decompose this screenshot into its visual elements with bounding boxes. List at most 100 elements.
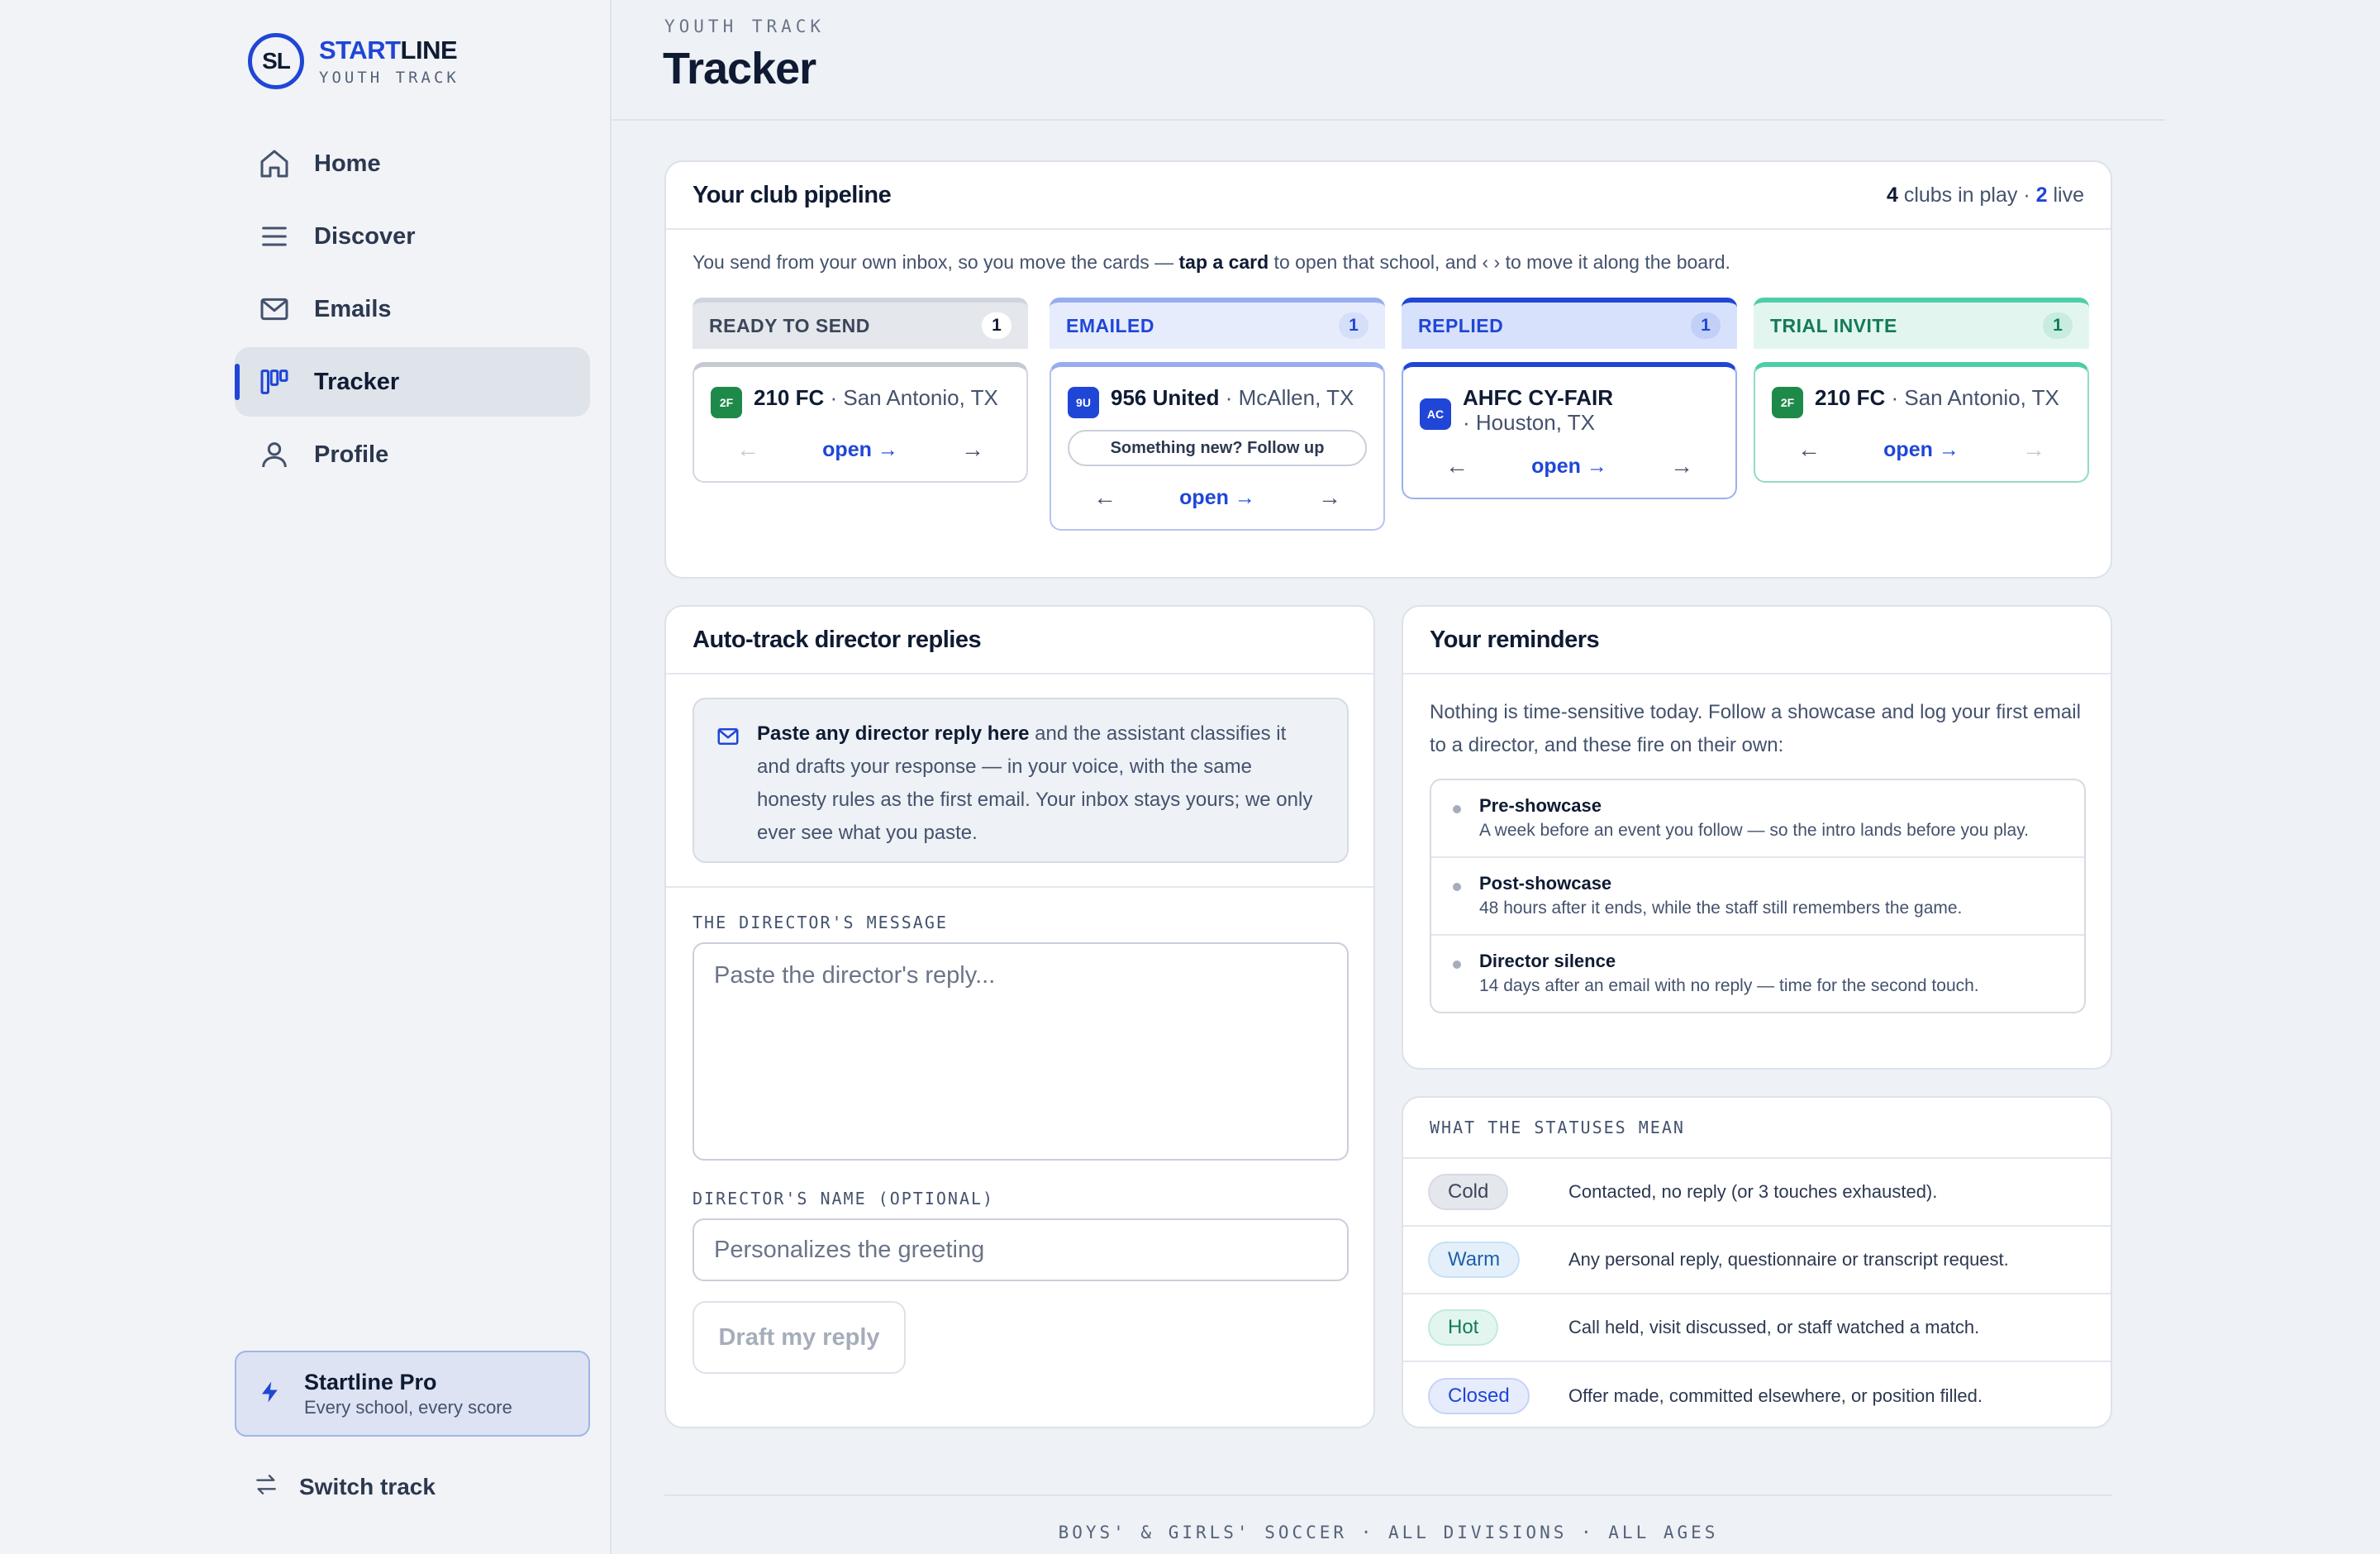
club-card[interactable]: 2F 210 FC · San Antonio, TX ← open → →: [1754, 362, 2089, 483]
status-desc: Any personal reply, questionnaire or tra…: [1568, 1249, 2009, 1270]
club-name: 210 FC: [754, 385, 825, 410]
move-left-arrow-icon[interactable]: ←: [735, 436, 760, 463]
club-location: · San Antonio, TX: [1891, 385, 2059, 410]
list-item: Director silence 14 days after an email …: [1431, 936, 2084, 1012]
bullet-dot: [1453, 883, 1461, 891]
club-avatar: 2F: [711, 387, 742, 418]
user-icon: [256, 436, 293, 473]
brand-name: STARTLINE: [319, 36, 459, 65]
switch-track-button[interactable]: Switch track: [253, 1471, 436, 1502]
lightning-icon: [258, 1378, 283, 1410]
club-location: · McAllen, TX: [1225, 385, 1354, 410]
reminder-desc: A week before an event you follow — so t…: [1479, 821, 2030, 840]
divider: [666, 886, 1373, 888]
column-count-badge: 1: [982, 312, 1011, 339]
footer-divider: [664, 1494, 2112, 1496]
reminder-title: Director silence: [1479, 951, 1616, 971]
clubs-label: clubs in play ·: [1903, 183, 2030, 207]
live-label: live: [2053, 183, 2084, 207]
status-badge: Hot: [1428, 1309, 1499, 1346]
mail-icon: [716, 724, 740, 760]
upgrade-pro-card[interactable]: Startline Pro Every school, every score: [235, 1351, 590, 1437]
home-icon: [256, 145, 293, 182]
open-club-link[interactable]: open →: [1179, 486, 1255, 510]
auto-track-card: Auto-track director replies Paste any di…: [664, 605, 1375, 1428]
brand-subtitle: YOUTH TRACK: [319, 69, 459, 87]
reminder-title: Post-showcase: [1479, 873, 1612, 894]
director-name-input[interactable]: [693, 1218, 1349, 1281]
help-pre: You send from your own inbox, so you mov…: [693, 251, 1179, 273]
sidebar-item-profile[interactable]: Profile: [235, 420, 590, 489]
status-row-cold: Cold Contacted, no reply (or 3 touches e…: [1403, 1159, 2111, 1227]
column-count-badge: 1: [1691, 312, 1721, 339]
pipeline-help-text: You send from your own inbox, so you mov…: [693, 251, 1730, 274]
club-card[interactable]: AC AHFC CY-FAIR · Houston, TX ← open → →: [1402, 362, 1737, 499]
pipeline-title: Your club pipeline: [693, 181, 892, 208]
page-eyebrow: YOUTH TRACK: [664, 17, 826, 36]
sidebar-item-label: Tracker: [314, 368, 400, 395]
move-right-arrow-icon[interactable]: →: [960, 436, 985, 463]
club-avatar: 9U: [1068, 387, 1099, 418]
club-card[interactable]: 2F 210 FC · San Antonio, TX ← open → →: [693, 362, 1028, 483]
director-message-textarea[interactable]: [693, 942, 1349, 1161]
arrow-right-icon: →: [1586, 454, 1607, 478]
sidebar-item-emails[interactable]: Emails: [235, 274, 590, 344]
menu-icon: [256, 218, 293, 255]
column-count-badge: 1: [1339, 312, 1368, 339]
club-card[interactable]: 9U 956 United · McAllen, TX Something ne…: [1050, 362, 1385, 531]
list-item: Post-showcase 48 hours after it ends, wh…: [1431, 858, 2084, 936]
pipeline-column-trial-invite: TRIAL INVITE 1 2F 210 FC · San Antonio, …: [1754, 298, 2089, 483]
open-club-link[interactable]: open →: [822, 438, 898, 462]
move-left-arrow-icon[interactable]: ←: [1445, 453, 1469, 479]
swap-icon: [253, 1471, 279, 1502]
follow-up-button[interactable]: Something new? Follow up: [1068, 430, 1367, 466]
brand-name-part2: LINE: [400, 36, 458, 64]
sidebar-item-tracker[interactable]: Tracker: [235, 347, 590, 417]
sidebar-item-discover[interactable]: Discover: [235, 202, 590, 271]
open-label: open: [1883, 437, 1933, 461]
move-left-arrow-icon[interactable]: ←: [1092, 484, 1117, 511]
club-location: · Houston, TX: [1463, 410, 1595, 435]
clubs-count: 4: [1886, 183, 1898, 207]
reminder-desc: 48 hours after it ends, while the staff …: [1479, 899, 1963, 918]
app-root: SL STARTLINE YOUTH TRACK Home Discover E…: [0, 0, 2380, 1554]
move-left-arrow-icon[interactable]: ←: [1797, 436, 1821, 463]
brand[interactable]: SL STARTLINE YOUTH TRACK: [248, 33, 459, 89]
page-header: YOUTH TRACK Tracker: [612, 0, 2165, 121]
sidebar-nav: Home Discover Emails Tracker Profile: [235, 129, 590, 493]
board-icon: [256, 364, 293, 400]
open-label: open: [822, 437, 872, 461]
move-right-arrow-icon[interactable]: →: [1317, 484, 1342, 511]
message-field-label: THE DIRECTOR'S MESSAGE: [693, 913, 948, 932]
status-desc: Offer made, committed elsewhere, or posi…: [1568, 1385, 1983, 1406]
brand-name-part1: START: [319, 36, 401, 64]
column-label: READY TO SEND: [709, 314, 870, 336]
move-right-arrow-icon[interactable]: →: [2021, 436, 2046, 463]
sidebar-item-label: Discover: [314, 222, 416, 250]
club-name: 956 United: [1111, 385, 1220, 410]
draft-reply-button[interactable]: Draft my reply: [693, 1301, 906, 1374]
move-right-arrow-icon[interactable]: →: [1669, 453, 1694, 479]
status-badge: Cold: [1428, 1174, 1509, 1210]
pipeline-summary: 4 clubs in play · 2 live: [1887, 184, 2084, 207]
brand-logo: SL: [248, 33, 304, 89]
status-badge: Closed: [1428, 1378, 1530, 1414]
help-post: to open that school, and ‹ › to move it …: [1269, 251, 1730, 273]
info-bold: Paste any director reply here: [757, 722, 1030, 745]
open-label: open: [1179, 485, 1229, 509]
sidebar-item-label: Profile: [314, 441, 389, 468]
footer-text: BOYS' & GIRLS' SOCCER · ALL DIVISIONS · …: [1058, 1523, 1719, 1542]
mail-icon: [256, 291, 293, 327]
status-row-warm: Warm Any personal reply, questionnaire o…: [1403, 1227, 2111, 1294]
reminders-card: Your reminders Nothing is time-sensitive…: [1402, 605, 2112, 1070]
column-label: TRIAL INVITE: [1770, 314, 1897, 336]
open-label: open: [1531, 454, 1581, 478]
sidebar-item-home[interactable]: Home: [235, 129, 590, 198]
arrow-right-icon: →: [1938, 437, 1959, 461]
open-club-link[interactable]: open →: [1531, 455, 1607, 479]
arrow-right-icon: →: [1234, 485, 1255, 509]
club-name: 210 FC: [1815, 385, 1886, 410]
status-desc: Call held, visit discussed, or staff wat…: [1568, 1317, 1980, 1337]
open-club-link[interactable]: open →: [1883, 438, 1959, 462]
status-badge: Warm: [1428, 1242, 1521, 1278]
